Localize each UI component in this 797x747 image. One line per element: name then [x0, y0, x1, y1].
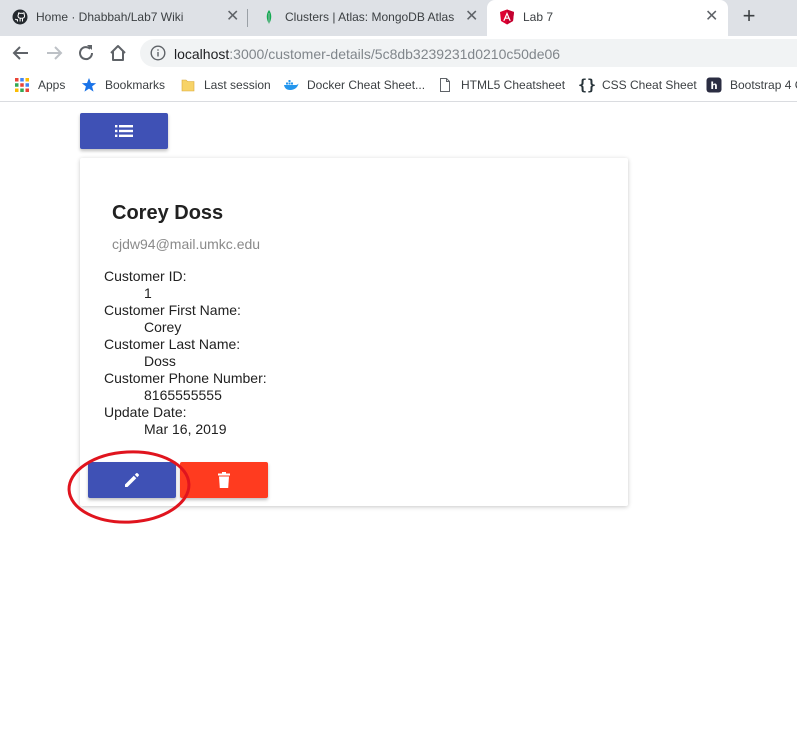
folder-icon — [181, 79, 195, 92]
field-value-last-name: Doss — [144, 353, 176, 369]
tab-close-icon[interactable]: ✕ — [465, 9, 478, 25]
info-icon[interactable] — [150, 45, 166, 61]
field-value-update-date: Mar 16, 2019 — [144, 421, 227, 437]
tab-title: Home · Dhabbah/Lab7 Wiki — [36, 10, 184, 24]
docker-icon — [284, 80, 299, 90]
field-value-customer-id: 1 — [144, 285, 152, 301]
field-value-first-name: Corey — [144, 319, 182, 335]
github-icon — [12, 9, 28, 25]
trash-icon — [218, 472, 230, 488]
back-arrow-icon[interactable] — [10, 42, 32, 64]
bookmark-label: Bookmarks — [105, 78, 166, 92]
field-value-phone-number: 8165555555 — [144, 387, 222, 403]
tab-mongodb-atlas[interactable]: Clusters | Atlas: MongoDB Atlas ✕ — [249, 0, 485, 36]
home-icon[interactable] — [107, 42, 129, 64]
tab-title: Clusters | Atlas: MongoDB Atlas — [285, 10, 455, 24]
delete-button[interactable] — [180, 462, 268, 498]
field-label-update-date: Update Date: — [104, 404, 187, 420]
field-label-last-name: Customer Last Name: — [104, 336, 241, 352]
bookmark-bootstrap[interactable]: h Bootstrap 4 C — [706, 76, 797, 94]
tab-title: Lab 7 — [523, 10, 554, 24]
menu-button[interactable] — [80, 113, 168, 149]
mongodb-leaf-icon — [266, 10, 272, 24]
reload-icon[interactable] — [75, 42, 97, 64]
apps-grid-icon — [15, 78, 29, 92]
field-label-first-name: Customer First Name: — [104, 302, 241, 318]
bookmark-label: Last session — [204, 78, 271, 92]
list-icon — [115, 125, 133, 137]
tab-github-wiki[interactable]: Home · Dhabbah/Lab7 Wiki ✕ — [0, 0, 245, 36]
field-label-phone-number: Customer Phone Number: — [104, 370, 267, 386]
bookmark-label: Bootstrap 4 C — [730, 78, 797, 92]
bookmark-label: Apps — [38, 78, 66, 92]
bookmark-last-session[interactable]: Last session — [180, 76, 271, 94]
bookmark-html5-cheatsheet[interactable]: HTML5 Cheatsheet — [437, 76, 565, 94]
url-host: localhost — [174, 46, 230, 62]
address-bar[interactable]: localhost:3000/customer-details/5c8db323… — [140, 39, 797, 67]
bookmarks-bar: Apps Bookmarks Last session Docker Cheat… — [0, 69, 797, 102]
browser-toolbar: localhost:3000/customer-details/5c8db323… — [0, 36, 797, 69]
tab-close-icon[interactable]: ✕ — [226, 9, 239, 25]
url-text: localhost:3000/customer-details/5c8db323… — [174, 46, 560, 62]
forward-arrow-icon[interactable] — [43, 42, 65, 64]
bookmark-bookmarks[interactable]: Bookmarks — [81, 76, 165, 94]
star-icon — [81, 78, 97, 92]
url-path: :3000/customer-details/5c8db3239231d0210… — [229, 46, 561, 62]
customer-email: cjdw94@mail.umkc.edu — [112, 236, 261, 252]
bookmark-css-cheat-sheet[interactable]: {} CSS Cheat Sheet — [578, 76, 697, 94]
page-icon — [440, 78, 450, 92]
tab-close-icon[interactable]: ✕ — [705, 9, 718, 25]
customer-name: Corey Doss — [112, 202, 224, 224]
bookmark-label: HTML5 Cheatsheet — [461, 78, 566, 92]
braces-icon: {} — [578, 76, 597, 94]
svg-text:h: h — [710, 81, 717, 92]
tab-divider — [247, 9, 248, 27]
tab-strip: Home · Dhabbah/Lab7 Wiki ✕ Clusters | At… — [0, 0, 797, 36]
annotation-circle — [67, 450, 191, 524]
new-tab-icon[interactable]: + — [738, 5, 760, 28]
bookmark-label: Docker Cheat Sheet... — [307, 78, 426, 92]
bookmark-label: CSS Cheat Sheet — [602, 78, 697, 92]
bookmark-apps[interactable]: Apps — [14, 76, 65, 94]
bootstrap-icon: h — [706, 77, 722, 93]
field-label-customer-id: Customer ID: — [104, 268, 187, 284]
tab-lab7[interactable]: Lab 7 ✕ — [487, 0, 728, 36]
angular-icon — [500, 9, 514, 25]
bookmark-docker[interactable]: Docker Cheat Sheet... — [283, 76, 425, 94]
